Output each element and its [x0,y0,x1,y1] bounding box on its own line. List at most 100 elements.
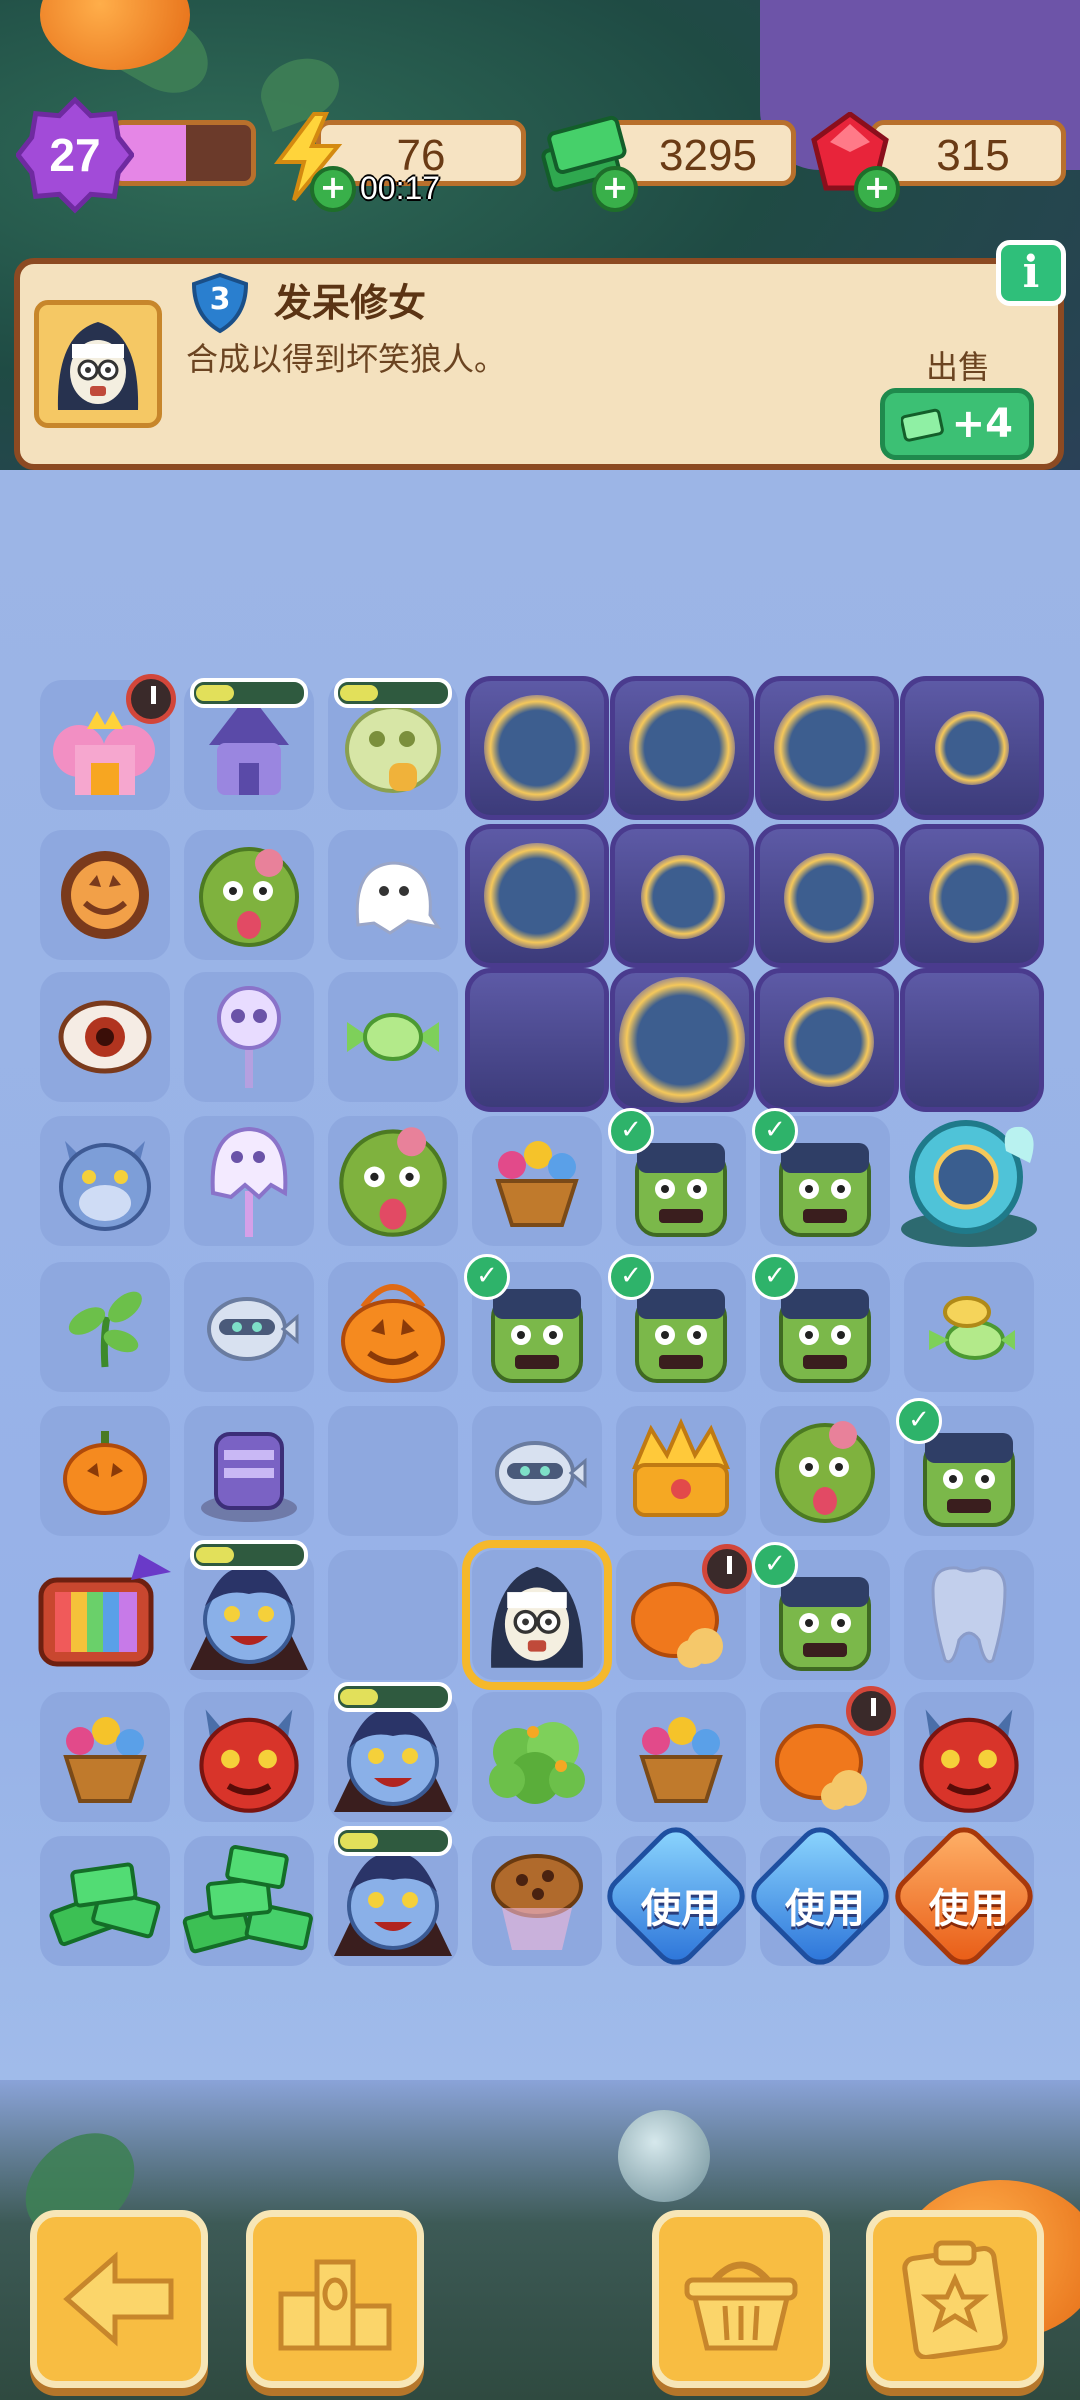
empty-board-cell[interactable] [328,1550,458,1680]
locked-coffin-tile[interactable] [900,676,1044,820]
item-level: 3 [209,282,231,317]
empty-board-cell[interactable] [328,1406,458,1536]
board-cell[interactable] [616,1406,746,1536]
board-cell[interactable] [184,678,314,810]
production-bar [190,678,308,708]
board-cell[interactable] [462,1540,612,1690]
locked-coffin-tile[interactable] [465,676,609,820]
board-cell[interactable] [472,1116,602,1246]
board-cell[interactable] [328,830,458,960]
muffin-icon [491,1854,583,1950]
board-cell[interactable]: ✓ [464,1254,602,1392]
board-cell[interactable]: 使用 [742,1818,898,1974]
board-cell[interactable] [184,1540,314,1680]
board-cell[interactable] [184,1116,314,1246]
locked-coffin-tile[interactable] [610,968,754,1112]
board-cell[interactable] [472,1836,602,1966]
use-gem-label: 使用 [929,1886,1009,1932]
board-cell[interactable] [904,1262,1034,1392]
board-cell[interactable] [184,1692,314,1822]
board-cell[interactable] [40,1116,170,1246]
flower-basket-icon [495,1141,579,1227]
sprout-icon [68,1291,142,1368]
board-cell[interactable] [38,1550,171,1680]
shop-button[interactable] [652,2210,830,2388]
board-cell[interactable] [40,1692,170,1822]
timer-icon [846,1686,896,1736]
board-cell[interactable] [904,1550,1034,1680]
board-cell[interactable] [40,972,170,1102]
board-cell[interactable] [901,1116,1037,1247]
board-cell[interactable] [40,1262,170,1392]
board-cell[interactable]: ✓ [752,1542,890,1680]
board-cell[interactable] [40,674,176,810]
board-cell[interactable] [184,830,314,960]
sparkle-glow [484,843,590,949]
board-cell[interactable] [328,972,458,1102]
locked-coffin-tile[interactable] [755,676,899,820]
locked-coffin-tile[interactable] [755,824,899,968]
timer-icon [126,674,176,724]
info-button[interactable]: i [996,240,1066,306]
locked-coffin-tile[interactable] [755,968,899,1112]
board-cell[interactable]: ✓ [608,1254,746,1392]
cash-plus-button[interactable]: + [592,166,638,212]
board-cell[interactable] [182,1836,314,1966]
board-cell[interactable]: ✓ [752,1108,890,1246]
podium-icon [278,2259,392,2351]
eyeball-decoration [618,2110,710,2202]
basket-icon [684,2261,798,2351]
board-cell[interactable] [616,1544,752,1680]
check-icon: ✓ [752,1542,798,1588]
leaderboard-button[interactable] [246,2210,424,2388]
gem-plus-button[interactable]: + [854,166,900,212]
tasks-button[interactable] [866,2210,1044,2388]
check-icon: ✓ [752,1108,798,1154]
board-cell[interactable]: 使用 [886,1818,1042,1974]
sparkle-glow [929,853,1019,943]
board-cell[interactable] [904,1692,1034,1822]
board-cell[interactable] [184,1406,314,1536]
production-bar [190,1540,308,1570]
board-cell[interactable] [328,1826,458,1966]
board-cell[interactable]: 使用 [598,1818,754,1974]
locked-coffin-tile[interactable] [900,824,1044,968]
devil-head-icon [919,1709,1019,1813]
board-cell[interactable] [40,1406,170,1536]
sparkle-glow [619,977,745,1103]
locked-coffin-tile[interactable] [465,824,609,968]
item-description: 合成以得到坏笑狼人。 [186,340,507,378]
timer-icon [702,1544,752,1594]
board-cell[interactable] [40,1836,170,1966]
back-button[interactable] [30,2210,208,2388]
nun-icon [57,322,139,410]
sell-button[interactable]: +4 [880,388,1034,460]
energy-plus-button[interactable]: + [310,166,356,212]
board-cell[interactable] [472,1692,602,1822]
board-cell[interactable] [328,678,458,810]
board-cell[interactable] [472,1406,602,1536]
board-cell[interactable] [184,1262,314,1392]
board-cell[interactable]: ✓ [896,1398,1034,1536]
tombstone-icon [201,1432,297,1522]
board-cell[interactable] [328,1116,458,1246]
ghost-tooth-icon [931,1566,1007,1664]
board-cell[interactable] [616,1692,746,1822]
locked-coffin-tile[interactable] [900,968,1044,1112]
haunted-tv-icon [38,1554,171,1667]
gem-counter[interactable]: 315 [870,120,1066,186]
board-cell[interactable] [40,830,170,960]
board-cell[interactable]: ✓ [608,1108,746,1246]
ghost-icon [355,861,442,935]
locked-coffin-tile[interactable] [610,676,754,820]
board-cell[interactable] [328,1682,458,1822]
board-cell[interactable] [184,972,314,1102]
devil-head-icon [199,1709,299,1813]
locked-coffin-tile[interactable] [610,824,754,968]
board-cell[interactable] [328,1262,458,1392]
locked-coffin-tile[interactable] [465,968,609,1112]
board-cell[interactable] [760,1406,890,1536]
board-cell[interactable] [760,1686,896,1822]
board-cell[interactable]: ✓ [752,1254,890,1392]
sparkle-glow [919,987,1025,1093]
